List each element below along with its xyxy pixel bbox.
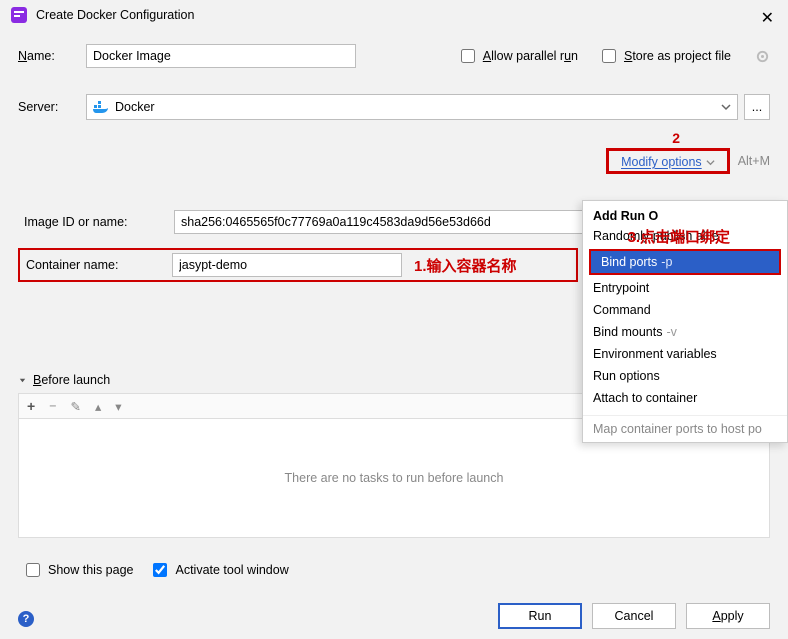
help-icon[interactable]: ? (18, 611, 34, 627)
down-icon: ▾ (115, 399, 121, 414)
popup-item[interactable]: Bind ports-p (591, 251, 779, 273)
modify-options-label: Modify options (621, 155, 702, 169)
allow-parallel-box[interactable] (461, 49, 475, 63)
popup-item[interactable]: Bind mounts-v (583, 321, 787, 343)
server-value: Docker (115, 100, 721, 114)
allow-parallel-checkbox[interactable]: Allow parallel run (457, 46, 578, 66)
content-area: Name: Allow parallel run Store as projec… (0, 28, 788, 148)
container-input[interactable] (172, 253, 402, 277)
add-icon[interactable]: + (27, 398, 35, 414)
store-project-label: Store as project file (624, 49, 731, 63)
cancel-button[interactable]: Cancel (592, 603, 676, 629)
server-select[interactable]: Docker (86, 94, 738, 120)
apply-button[interactable]: Apply (686, 603, 770, 629)
cancel-label: Cancel (615, 609, 654, 623)
button-bar: Run Cancel Apply (498, 603, 770, 629)
image-label: Image ID or name: (24, 215, 174, 229)
edit-icon: ✎ (71, 399, 81, 414)
popup-item[interactable]: Attach to container (583, 387, 787, 409)
store-project-box[interactable] (602, 49, 616, 63)
docker-icon (93, 100, 109, 114)
server-label: Server: (18, 100, 86, 114)
name-input[interactable] (86, 44, 356, 68)
gear-icon[interactable] (755, 49, 770, 64)
annotation-2: 2 (672, 130, 680, 146)
chevron-down-icon (18, 376, 27, 385)
activate-tw-box[interactable] (153, 563, 167, 577)
run-label: Run (529, 609, 552, 623)
app-icon (10, 6, 28, 24)
remove-icon: − (49, 399, 56, 413)
popup-item[interactable]: Command (583, 299, 787, 321)
popup-item[interactable]: Environment variables (583, 343, 787, 365)
window-title: Create Docker Configuration (36, 8, 194, 22)
modify-options-link[interactable]: Modify options (606, 148, 730, 174)
chevron-down-icon[interactable] (721, 102, 731, 112)
store-project-checkbox[interactable]: Store as project file (598, 46, 731, 66)
allow-parallel-label: Allow parallel run (483, 49, 578, 63)
run-button[interactable]: Run (498, 603, 582, 629)
activate-tw-label: Activate tool window (175, 563, 288, 577)
popup-footer: Map container ports to host po (583, 415, 787, 442)
annotation-3: 3.点击端口绑定 (627, 226, 730, 247)
title-bar: Create Docker Configuration (0, 0, 788, 28)
container-row: Container name: 1.输入容器名称 (18, 248, 578, 282)
popup-header: Add Run O (583, 207, 787, 225)
before-launch-placeholder: There are no tasks to run before launch (285, 471, 504, 485)
server-row: Server: Docker ... (18, 94, 770, 120)
before-launch-label: Before launch (33, 373, 110, 387)
close-icon[interactable]: ✕ (761, 8, 774, 28)
modify-shortcut: Alt+M (738, 154, 770, 168)
popup-item[interactable]: Run options (583, 365, 787, 387)
popup-item[interactable]: Entrypoint (583, 277, 787, 299)
name-row: Name: Allow parallel run Store as projec… (18, 44, 770, 68)
activate-tw-checkbox[interactable]: Activate tool window (149, 560, 288, 580)
chevron-down-icon (706, 158, 715, 167)
show-page-checkbox[interactable]: Show this page (22, 560, 133, 580)
show-page-box[interactable] (26, 563, 40, 577)
bottom-checks: Show this page Activate tool window (22, 560, 289, 580)
server-ellipsis-button[interactable]: ... (744, 94, 770, 120)
show-page-label: Show this page (48, 563, 133, 577)
up-icon: ▴ (95, 399, 101, 414)
annotation-1: 1.输入容器名称 (414, 255, 517, 276)
container-label: Container name: (26, 258, 172, 272)
name-label: Name: (18, 49, 86, 63)
